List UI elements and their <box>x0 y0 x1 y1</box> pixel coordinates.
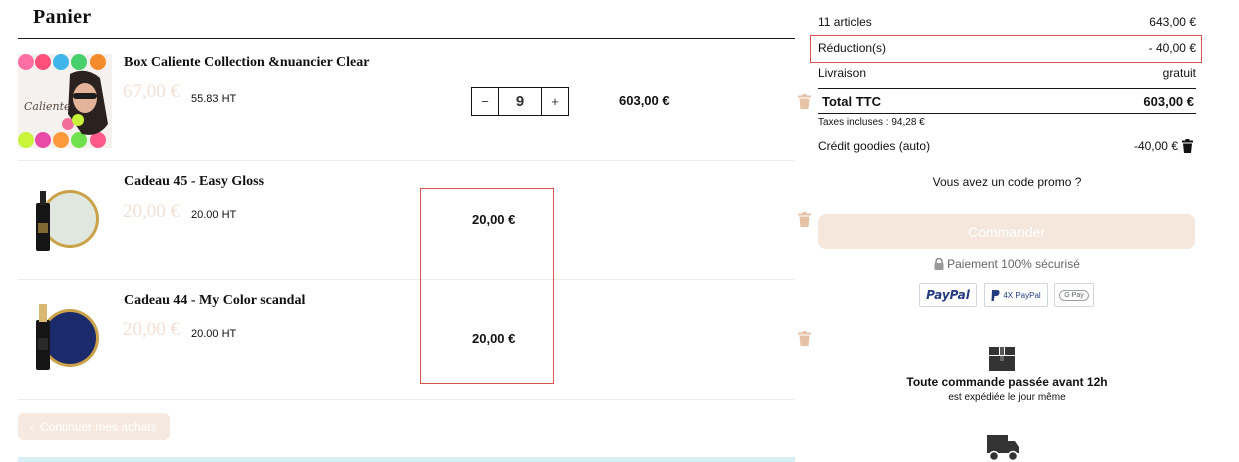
trash-icon[interactable] <box>798 94 811 109</box>
truck-icon <box>987 435 1019 462</box>
continue-shopping-button[interactable]: ‹ Continuer mes achats <box>18 413 170 440</box>
secure-payment-label: Paiement 100% sécurisé <box>947 257 1080 271</box>
total-label: Total TTC <box>822 94 881 109</box>
paypal-4x-badge: 4X PayPal <box>984 283 1048 307</box>
quantity-decrease-button[interactable]: − <box>472 88 498 115</box>
quantity-stepper: − 9 + <box>471 87 569 116</box>
item-name[interactable]: Cadeau 44 - My Color scandal <box>124 293 305 309</box>
item-line-total: 603,00 € <box>619 93 670 108</box>
item-price-ht: 55.83 HT <box>191 93 237 105</box>
item-name[interactable]: Cadeau 45 - Easy Gloss <box>124 174 264 190</box>
promo-code-link[interactable]: Vous avez un code promo ? <box>818 175 1196 189</box>
item-price: 67,00 € <box>123 81 180 102</box>
shipping-promise-title: Toute commande passée avant 12h <box>906 375 1108 389</box>
thumbnail-brand-text: Caliente <box>24 100 71 113</box>
checkout-button[interactable]: Commander <box>818 214 1195 249</box>
shipping-promise-subtitle: est expédiée le jour même <box>948 392 1066 403</box>
item-name[interactable]: Box Caliente Collection &nuancier Clear <box>124 55 370 71</box>
item-price-ht: 20.00 HT <box>191 328 237 340</box>
chevron-left-icon: ‹ <box>30 419 34 434</box>
product-thumbnail[interactable]: Caliente <box>18 54 112 148</box>
total-value: 603,00 € <box>1143 94 1194 109</box>
trash-icon[interactable] <box>1182 139 1193 153</box>
gpay-logo: G Pay <box>1059 289 1089 301</box>
quantity-increase-button[interactable]: + <box>542 88 568 115</box>
cart-item: Caliente Box Caliente Collection &nuanci… <box>18 40 811 160</box>
paypal-p-icon <box>991 289 1000 301</box>
cart-item: Cadeau 45 - Easy Gloss 20,00 € 20.00 HT … <box>18 161 811 279</box>
product-thumbnail[interactable] <box>18 294 112 388</box>
articles-subtotal: 643,00 € <box>1149 15 1196 29</box>
annotation-highlight-box <box>420 188 554 384</box>
summary-credit-row: Crédit goodies (auto) -40,00 € <box>818 139 1193 153</box>
cart-item: Cadeau 44 - My Color scandal 20,00 € 20.… <box>18 280 811 400</box>
paypal-4x-label: 4X PayPal <box>1003 290 1041 300</box>
secure-payment-note: Paiement 100% sécurisé <box>818 257 1196 271</box>
lock-icon <box>934 258 944 270</box>
reduction-value: - 40,00 € <box>1148 41 1196 55</box>
product-thumbnail[interactable] <box>18 175 112 269</box>
paypal-logo: PayPal <box>926 288 970 302</box>
item-price: 20,00 € <box>123 201 180 222</box>
credit-label: Crédit goodies (auto) <box>818 139 931 153</box>
delivery-label: Livraison <box>818 66 867 80</box>
summary-reduction-row: Réduction(s) - 40,00 € <box>818 41 1196 55</box>
item-price: 20,00 € <box>123 319 180 340</box>
summary-articles-row: 11 articles 643,00 € <box>818 15 1196 29</box>
item-divider <box>18 399 795 400</box>
continue-shopping-label: Continuer mes achats <box>40 419 157 434</box>
trash-icon[interactable] <box>798 212 811 227</box>
delivery-value: gratuit <box>1162 66 1196 80</box>
info-banner-edge <box>18 457 795 462</box>
gpay-badge: G Pay <box>1054 283 1094 307</box>
total-divider <box>818 88 1196 89</box>
articles-count-label: 11 articles <box>818 15 872 29</box>
summary-total-row: Total TTC 603,00 € <box>822 94 1194 109</box>
item-price-ht: 20.00 HT <box>191 209 237 221</box>
reduction-label: Réduction(s) <box>818 41 887 55</box>
summary-delivery-row: Livraison gratuit <box>818 66 1196 80</box>
tax-note: Taxes incluses : 94,28 € <box>818 117 925 128</box>
page-title: Panier <box>33 6 92 28</box>
total-divider <box>818 113 1196 114</box>
title-divider <box>18 38 795 39</box>
box-icon <box>989 347 1015 371</box>
credit-value-group: -40,00 € <box>1134 139 1193 153</box>
quantity-input[interactable]: 9 <box>498 88 542 115</box>
trash-icon[interactable] <box>798 331 811 346</box>
credit-value: -40,00 € <box>1133 139 1178 153</box>
paypal-badge: PayPal <box>919 283 977 307</box>
